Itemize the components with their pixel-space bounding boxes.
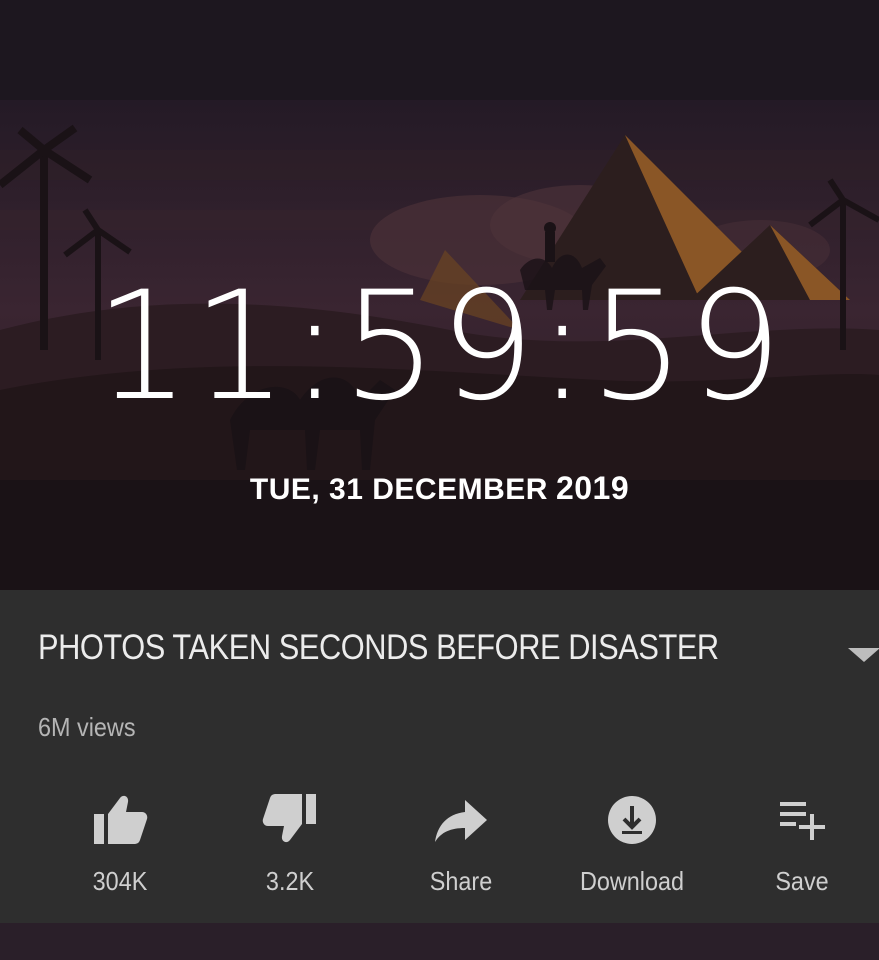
dislike-button[interactable]: 3.2K [215, 788, 365, 908]
thumbs-down-icon [262, 794, 316, 843]
share-label: Share [429, 866, 493, 896]
save-label: Save [775, 866, 829, 896]
thumbs-up-icon [94, 795, 148, 844]
playlist-add-icon [780, 802, 825, 840]
clock-time: 11:59:59 [94, 260, 785, 434]
video-info-panel: PHOTOS TAKEN SECONDS BEFORE DISASTER 6M … [0, 590, 879, 923]
download-button[interactable]: Download [557, 788, 707, 908]
save-button[interactable]: Save [727, 788, 877, 908]
share-arrow-icon [435, 800, 487, 842]
bottom-bar [0, 923, 879, 960]
date-year: 2019 [555, 470, 630, 506]
share-button[interactable]: Share [386, 788, 536, 908]
like-button[interactable]: 304K [45, 788, 195, 908]
dislike-count: 3.2K [265, 866, 315, 896]
download-icon [608, 796, 656, 844]
video-player[interactable]: 11:59:59 TUE, 31 DECEMBER 2019 [0, 0, 879, 590]
download-label: Download [579, 866, 685, 896]
video-title: PHOTOS TAKEN SECONDS BEFORE DISASTER [38, 628, 719, 667]
like-count: 304K [92, 866, 148, 896]
view-count: 6M views [38, 712, 136, 742]
chevron-down-icon[interactable] [848, 648, 879, 662]
date-text: TUE, 31 DECEMBER [249, 473, 548, 506]
clock-date: TUE, 31 DECEMBER 2019 [0, 470, 879, 507]
